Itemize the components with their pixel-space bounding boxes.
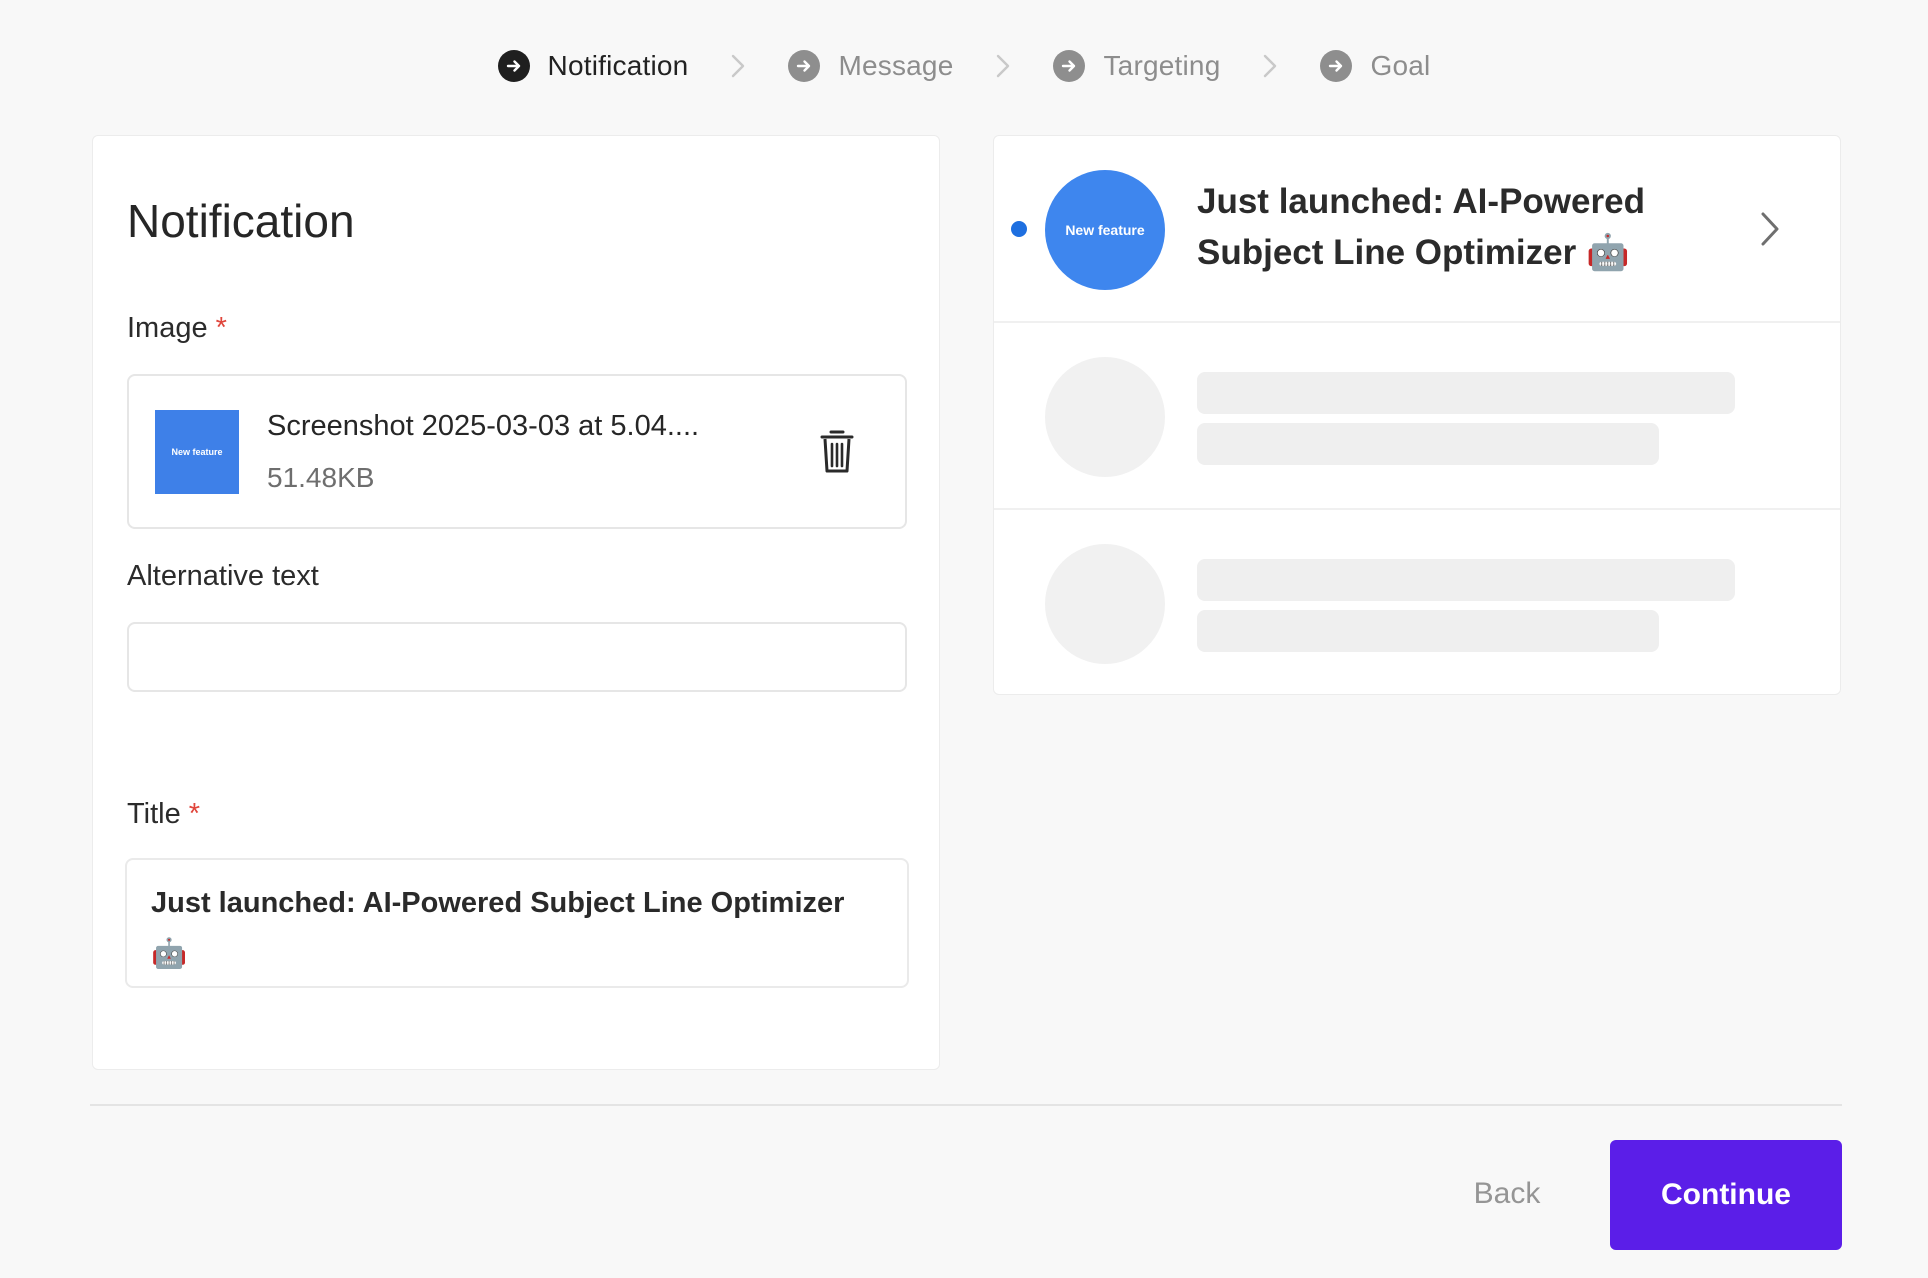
step-goal[interactable]: Goal: [1320, 50, 1430, 82]
notification-form-panel: Notification Image * New feature Screensh…: [92, 135, 940, 1070]
file-size: 51.48KB: [267, 462, 375, 493]
unread-dot: [1011, 221, 1027, 237]
image-upload-card: New feature Screenshot 2025-03-03 at 5.0…: [127, 374, 907, 529]
image-thumbnail: New feature: [155, 410, 239, 494]
notification-preview-panel: New feature Just launched: AI-Powered Su…: [993, 135, 1841, 695]
image-field-label: Image *: [127, 312, 227, 345]
image-label-text: Image: [127, 312, 208, 344]
chevron-right-icon: [1260, 52, 1280, 80]
trash-icon[interactable]: [819, 428, 855, 474]
alt-text-label: Alternative text: [127, 560, 319, 592]
step-label: Targeting: [1103, 50, 1221, 81]
skeleton-line: [1197, 423, 1659, 465]
title-field-label: Title *: [127, 798, 200, 831]
footer-divider: [90, 1104, 1842, 1106]
chevron-right-icon: [728, 52, 748, 80]
arrow-right-circle-icon: [788, 50, 821, 82]
arrow-right-circle-icon: [1053, 50, 1086, 82]
arrow-right-circle-icon: [1320, 50, 1353, 82]
avatar-text: New feature: [1065, 222, 1145, 238]
title-input[interactable]: Just launched: AI-Powered Subject Line O…: [125, 858, 909, 988]
step-targeting[interactable]: Targeting: [1053, 50, 1220, 82]
preview-title: Just launched: AI-Powered Subject Line O…: [1197, 182, 1645, 272]
page-title: Notification: [127, 195, 355, 247]
skeleton-line: [1197, 559, 1735, 601]
required-asterisk: *: [215, 312, 227, 344]
arrow-right-circle-icon: [497, 50, 530, 82]
thumbnail-text: New feature: [171, 447, 223, 457]
alt-text-input[interactable]: [127, 622, 907, 692]
file-name: Screenshot 2025-03-03 at 5.04....: [267, 410, 700, 442]
step-message[interactable]: Message: [788, 50, 953, 82]
step-label: Goal: [1370, 50, 1431, 81]
continue-button[interactable]: Continue: [1610, 1140, 1842, 1250]
step-label: Notification: [547, 50, 689, 81]
chevron-right-icon[interactable]: [1759, 210, 1781, 248]
preview-notification-item[interactable]: New feature Just launched: AI-Powered Su…: [994, 136, 1840, 323]
skeleton-line: [1197, 610, 1659, 652]
skeleton-avatar: [1045, 357, 1165, 477]
required-asterisk: *: [188, 798, 201, 830]
notification-avatar: New feature: [1045, 170, 1165, 290]
skeleton-avatar: [1045, 544, 1165, 664]
progress-stepper: Notification Message Targeting Goal: [0, 44, 1928, 88]
skeleton-item: [994, 510, 1840, 694]
skeleton-line: [1197, 372, 1735, 414]
chevron-right-icon: [993, 52, 1013, 80]
step-notification[interactable]: Notification: [497, 50, 689, 82]
step-label: Message: [838, 50, 954, 81]
title-label-text: Title: [127, 798, 181, 830]
skeleton-item: [994, 323, 1840, 510]
alt-text-field-label: Alternative text: [127, 560, 319, 593]
back-button[interactable]: Back: [1440, 1140, 1574, 1248]
